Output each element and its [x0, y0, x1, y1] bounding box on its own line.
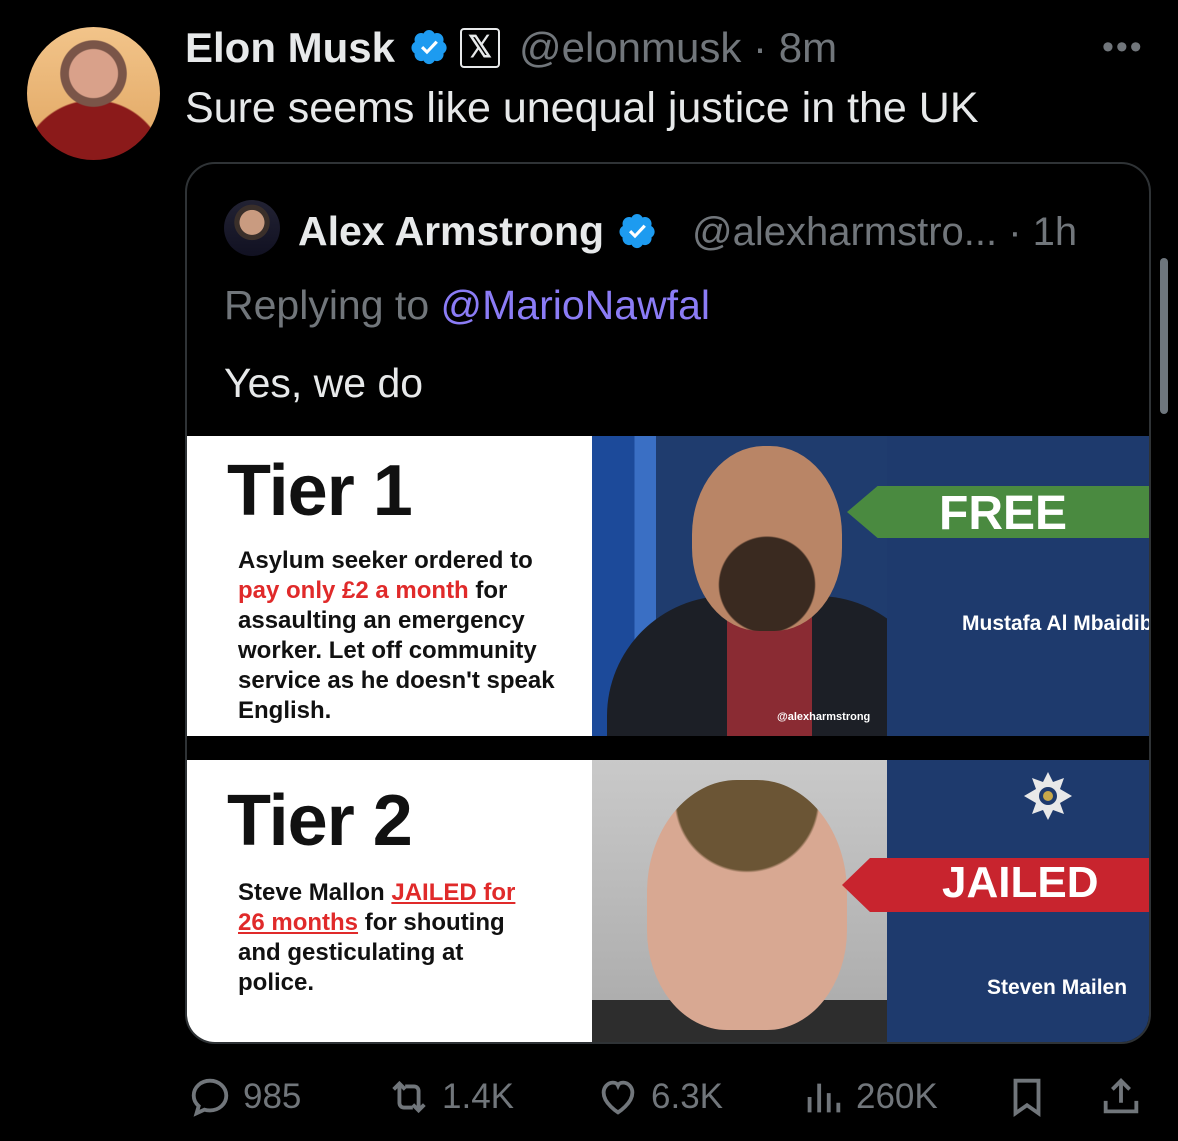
verified-badge-icon [619, 213, 656, 249]
more-options-icon[interactable]: ••• [1102, 28, 1144, 67]
author-handle-time[interactable]: @elonmusk · 8m [519, 24, 837, 72]
media-panel-tier-2[interactable]: Tier 2 Steve Mallon JAILED for 26 months… [187, 760, 1149, 1042]
replying-to-line: Replying to @MarioNawfal [224, 282, 710, 329]
person-name: Steven Mailen [987, 976, 1128, 999]
views-chart-icon [807, 1083, 841, 1113]
bookmark-icon [1013, 1078, 1041, 1117]
reply-icon [191, 1078, 229, 1117]
verified-badge-icon [411, 29, 447, 65]
author-name[interactable]: Elon Musk [185, 24, 449, 72]
desc-text: Steve Mallon [238, 879, 392, 906]
panel-divider [187, 736, 1149, 760]
person-name: Mustafa Al Mbaidib [962, 612, 1151, 635]
scrollbar[interactable] [1160, 258, 1168, 414]
police-crest-icon [1024, 772, 1072, 820]
quoted-tweet-card[interactable]: Alex Armstrong @alexharmstro... · 1h Rep… [185, 162, 1151, 1044]
photo-face [647, 780, 847, 1030]
reply-button[interactable]: 985 [187, 1072, 301, 1122]
author-name-text: Elon Musk [185, 24, 396, 71]
desc-text: Asylum seeker ordered to [238, 547, 533, 574]
tweet-text: Sure seems like unequal justice in the U… [185, 84, 979, 132]
repost-count: 1.4K [442, 1077, 514, 1116]
mention-link[interactable]: @MarioNawfal [441, 282, 710, 328]
x-affiliate-badge-icon: 𝕏 [460, 28, 500, 68]
bookmark-button[interactable] [1004, 1072, 1050, 1122]
author-avatar[interactable] [27, 27, 160, 160]
watermark: @alexharmstrong [777, 711, 871, 723]
desc-highlight: pay only £2 a month [238, 577, 469, 604]
tier-description: Steve Mallon JAILED for 26 months for sh… [238, 878, 528, 998]
repost-button[interactable]: 1.4K [386, 1072, 514, 1122]
share-icon [1103, 1077, 1139, 1114]
views-button[interactable]: 260K [800, 1072, 938, 1122]
tier-description: Asylum seeker ordered to pay only £2 a m… [238, 546, 578, 726]
tier-title: Tier 1 [227, 451, 413, 531]
verdict-area [887, 436, 1149, 736]
verdict-label: JAILED [942, 858, 1099, 907]
quoted-author-avatar[interactable] [224, 200, 280, 256]
quoted-author-name-text: Alex Armstrong [298, 208, 605, 254]
share-button[interactable] [1098, 1072, 1144, 1122]
like-count: 6.3K [651, 1077, 723, 1116]
heart-icon [601, 1080, 635, 1115]
reply-count: 985 [243, 1077, 302, 1116]
media-panel-tier-1[interactable]: Tier 1 Asylum seeker ordered to pay only… [187, 436, 1151, 736]
repost-icon [392, 1080, 426, 1114]
views-count: 260K [856, 1077, 938, 1116]
quoted-author-handle-time[interactable]: @alexharmstro... · 1h [692, 210, 1077, 255]
tier-title: Tier 2 [227, 781, 413, 861]
replying-to-label: Replying to [224, 282, 441, 328]
like-button[interactable]: 6.3K [595, 1072, 723, 1122]
photo-face [692, 446, 842, 631]
quoted-tweet-text: Yes, we do [224, 360, 424, 406]
verdict-label: FREE [939, 487, 1068, 540]
quoted-author-name[interactable]: Alex Armstrong [298, 208, 657, 255]
